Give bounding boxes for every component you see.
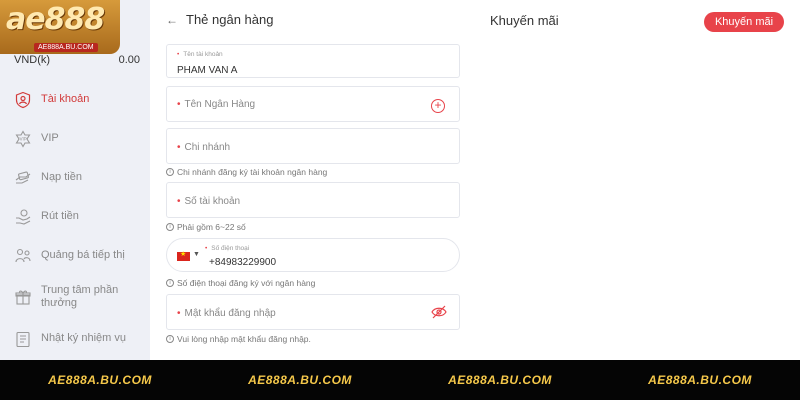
sidebar-item-deposit[interactable]: Nạp tiền: [0, 158, 150, 197]
vip-badge-icon: VIP: [14, 129, 32, 148]
sidebar-item-promotion[interactable]: Quảng bá tiếp thị: [0, 236, 150, 275]
sidebar-item-label: Tài khoản: [41, 93, 90, 105]
sidebar-item-vip[interactable]: VIP VIP: [0, 119, 150, 158]
phone-hint: i Số điện thoại đăng ký với ngân hàng: [166, 278, 315, 288]
footer-watermark: AE888A.BU.COM: [448, 373, 552, 387]
back-button[interactable]: ← Thẻ ngân hàng: [166, 12, 273, 27]
gift-icon: [14, 288, 32, 306]
account-number-hint: i Phải gồm 6~22 số: [166, 222, 246, 232]
info-icon: i: [166, 223, 174, 231]
account-number-input[interactable]: • Số tài khoản: [166, 182, 460, 218]
promotion-button[interactable]: Khuyến mãi: [704, 12, 784, 32]
sidebar-item-label: Quảng bá tiếp thị: [41, 249, 125, 261]
account-number-placeholder: • Số tài khoản: [177, 196, 241, 207]
password-placeholder: • Mật khẩu đăng nhập: [177, 308, 276, 319]
deposit-icon: [14, 169, 32, 187]
sidebar-item-label: Nhật ký nhiệm vụ: [41, 332, 126, 344]
sidebar-item-label: VIP: [41, 132, 59, 144]
page-title: Thẻ ngân hàng: [186, 12, 274, 27]
sidebar-item-account[interactable]: Tài khoản: [0, 80, 150, 119]
footer-watermark: AE888A.BU.COM: [48, 373, 152, 387]
sidebar-nav: Tài khoản VIP VIP Nạp tiền Rút tiền Quản…: [0, 80, 150, 358]
account-name-value: PHAM VAN A: [177, 65, 238, 76]
balance-amount: 0.00: [118, 54, 140, 66]
footer-banner: AE888A.BU.COM AE888A.BU.COM AE888A.BU.CO…: [0, 360, 800, 400]
logo-subtext: AE888A.BU.COM: [34, 43, 98, 52]
account-name-label: • Tên tài khoản: [177, 51, 223, 58]
sidebar-item-withdraw[interactable]: Rút tiền: [0, 197, 150, 236]
sidebar-item-task-log[interactable]: Nhật ký nhiệm vụ: [0, 319, 150, 358]
account-name-field[interactable]: • Tên tài khoản PHAM VAN A: [166, 44, 460, 78]
promotion-share-icon: [14, 247, 32, 265]
logo-text: ae888: [6, 2, 105, 37]
password-hint: i Vui lòng nhập mật khẩu đăng nhập.: [166, 334, 311, 344]
task-log-icon: [14, 330, 32, 348]
vietnam-flag-icon[interactable]: [177, 250, 190, 261]
svg-text:VIP: VIP: [19, 136, 26, 142]
phone-label: • Số điện thoại: [205, 245, 250, 252]
balance-row: VND(k) 0.00: [14, 54, 140, 66]
branch-input[interactable]: • Chi nhánh: [166, 128, 460, 164]
info-icon: i: [166, 279, 174, 287]
phone-input[interactable]: ▼ •Số điện thoại +84983229900: [166, 238, 460, 272]
sidebar-item-label: Trung tâm phần thưởng: [41, 284, 119, 309]
back-arrow-icon: ←: [166, 12, 178, 27]
branch-hint: i Chi nhánh đăng ký tài khoản ngân hàng: [166, 167, 327, 177]
sidebar-item-rewards[interactable]: Trung tâm phần thưởng: [0, 275, 150, 319]
info-icon: i: [166, 168, 174, 176]
bank-name-select[interactable]: • Tên Ngân Hàng +: [166, 86, 460, 122]
phone-value: +84983229900: [209, 257, 277, 268]
chevron-down-icon[interactable]: ▼: [193, 251, 200, 258]
eye-hidden-icon[interactable]: [431, 305, 447, 324]
brand-logo[interactable]: ae888 AE888A.BU.COM: [0, 0, 120, 54]
sidebar-item-label: Nạp tiền: [41, 171, 82, 183]
promotion-title: Khuyến mãi: [490, 13, 559, 28]
add-circle-icon[interactable]: +: [431, 99, 445, 113]
password-input[interactable]: • Mật khẩu đăng nhập: [166, 294, 460, 330]
info-icon: i: [166, 335, 174, 343]
footer-watermark: AE888A.BU.COM: [248, 373, 352, 387]
footer-watermark: AE888A.BU.COM: [648, 373, 752, 387]
branch-placeholder: • Chi nhánh: [177, 142, 231, 153]
withdraw-icon: [14, 208, 32, 226]
balance-currency: VND(k): [14, 54, 51, 66]
bank-name-placeholder: • Tên Ngân Hàng: [177, 99, 256, 110]
sidebar-item-label: Rút tiền: [41, 210, 79, 222]
user-shield-icon: [14, 91, 32, 109]
sidebar: ae888 AE888A.BU.COM VND(k) 0.00 Tài khoả…: [0, 0, 150, 360]
